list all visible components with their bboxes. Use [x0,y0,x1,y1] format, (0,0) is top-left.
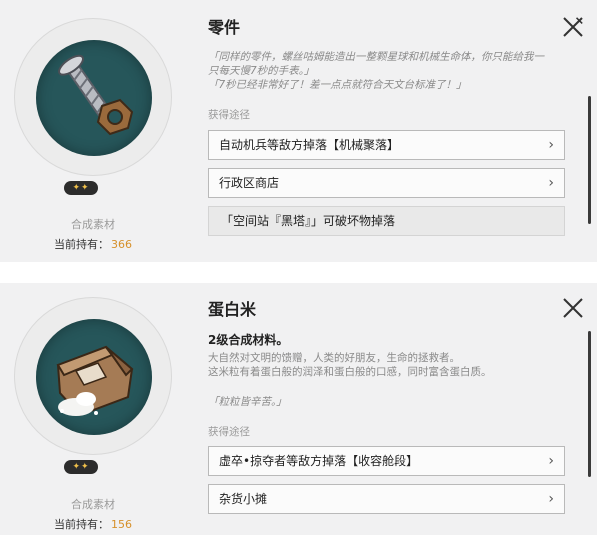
close-icon [563,298,583,318]
source-button[interactable]: 杂货小摊 › [208,484,565,514]
chevron-right-icon: › [548,453,554,469]
held-count-row: 当前持有： 366 [0,236,186,252]
held-count: 156 [111,518,132,531]
screw-and-nut-icon [58,54,134,136]
item-title: 蛋白米 [208,300,257,319]
item-icon-background [36,319,152,435]
scrollbar[interactable] [588,331,591,477]
held-label: 当前持有： [54,238,109,251]
close-button[interactable] [560,295,586,321]
item-preview: ✦✦ 合成素材 当前持有： 366 [0,0,186,262]
description-line: 这米粒有着蛋白般的润泽和蛋白般的口感，同时富含蛋白质。 [208,366,492,378]
source-label: 「空间站『黑塔』」可破坏物掉落 [221,214,396,228]
item-rank-description: 2级合成材料。 [208,333,289,347]
close-icon [563,17,583,37]
item-detail-panel-protein-rice: ✦✦ 合成素材 当前持有： 156 蛋白米 2级合成材料。 大自然对文明的馈赠，人… [0,283,597,535]
source-label: 行政区商店 [219,176,280,190]
source-button[interactable]: 行政区商店 › [208,168,565,198]
acquisition-section-label: 获得途径 [208,109,250,121]
source-label: 自动机兵等敌方掉落【机械聚落】 [219,138,400,152]
acquisition-section-label: 获得途径 [208,426,250,438]
scrollbar[interactable] [588,96,591,224]
flavor-line: 只每天慢7秒的手表。」 [208,65,315,77]
item-flavor-text: 「同样的零件，螺丝咕姆能造出一整颗星球和机械生命体，你只能给我一 只每天慢7秒的… [208,50,580,92]
source-button[interactable]: 自动机兵等敌方掉落【机械聚落】 › [208,130,565,160]
description-line: 大自然对文明的馈赠，人类的好朋友，生命的拯救者。 [208,352,460,364]
item-icon-frame [14,18,172,176]
held-label: 当前持有： [54,518,109,531]
source-item-static: 「空间站『黑塔』」可破坏物掉落 [208,206,565,236]
chevron-right-icon: › [548,137,554,153]
item-detail-panel-parts: ✦✦ 合成素材 当前持有： 366 零件 「同样的零件，螺丝咕姆能造出一整颗星球和… [0,0,597,262]
source-label: 杂货小摊 [219,492,268,506]
rarity-stars: ✦✦ [64,460,98,474]
chevron-right-icon: › [548,175,554,191]
item-title: 零件 [208,18,241,37]
close-button[interactable] [560,14,586,40]
held-count-row: 当前持有： 156 [0,516,186,532]
item-icon-frame [14,297,172,455]
rarity-stars: ✦✦ [64,181,98,195]
item-icon-background [36,40,152,156]
source-label: 虚卒•掠夺者等敌方掉落【收容舱段】 [219,454,419,468]
flavor-line: 「同样的零件，螺丝咕姆能造出一整颗星球和机械生命体，你只能给我一 [208,51,544,63]
source-button[interactable]: 虚卒•掠夺者等敌方掉落【收容舱段】 › [208,446,565,476]
chevron-right-icon: › [548,491,554,507]
material-type-label: 合成素材 [71,498,115,511]
flavor-line: 「7秒已经非常好了！差一点点就符合天文台标准了！」 [208,79,467,91]
held-count: 366 [111,238,132,251]
item-description: 大自然对文明的馈赠，人类的好朋友，生命的拯救者。 这米粒有着蛋白般的润泽和蛋白般… [208,351,580,379]
item-flavor-text: 「粒粒皆辛苦。」 [208,395,580,409]
rice-bag-icon [56,345,134,417]
item-preview: ✦✦ 合成素材 当前持有： 156 [0,283,186,535]
flavor-line: 「粒粒皆辛苦。」 [208,396,287,408]
material-type-label: 合成素材 [71,218,115,231]
